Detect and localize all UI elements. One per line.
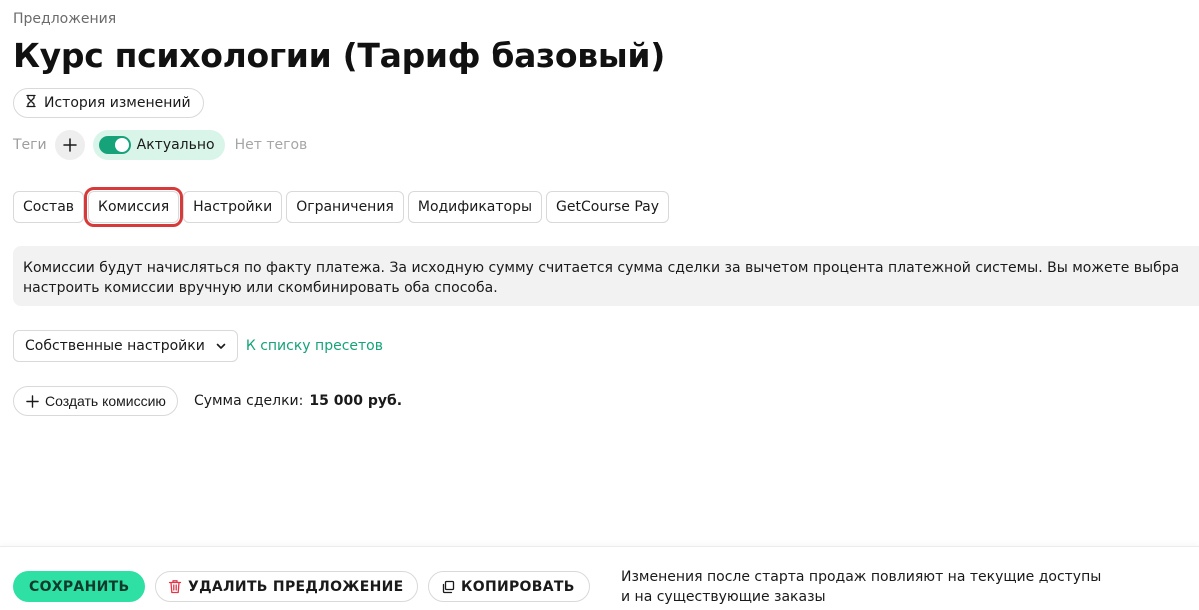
hourglass-icon [24,94,38,112]
preset-select-value: Собственные настройки [25,338,205,354]
delete-offer-label: УДАЛИТЬ ПРЕДЛОЖЕНИЕ [188,578,404,595]
history-button[interactable]: История изменений [13,88,204,118]
tags-label: Теги [13,137,47,153]
tab-commission[interactable]: Комиссия [84,187,184,227]
deal-sum-value: 15 000 руб. [309,393,403,409]
no-tags-text: Нет тегов [234,137,308,153]
plus-icon [26,394,39,408]
save-button[interactable]: СОХРАНИТЬ [13,571,146,602]
footer-bar: СОХРАНИТЬ УДАЛИТЬ ПРЕДЛОЖЕНИЕ КОПИРОВАТЬ… [0,546,1199,610]
copy-icon [442,580,455,593]
tab-restrictions[interactable]: Ограничения [286,191,404,223]
tabs: Состав Комиссия Настройки Ограничения Мо… [13,187,670,227]
commission-row: Создать комиссию Сумма сделки: 15 000 руб… [13,386,402,416]
add-tag-button[interactable] [54,130,85,160]
page-title: Курс психологии (Тариф базовый) [13,36,666,75]
info-line-1: Комиссии будут начисляться по факту плат… [23,260,1180,276]
history-button-label: История изменений [44,95,191,111]
breadcrumb[interactable]: Предложения [13,11,116,27]
deal-sum: Сумма сделки: 15 000 руб. [194,393,402,409]
trash-icon [168,580,182,594]
footer-note-line-1: Изменения после старта продаж повлияют н… [621,569,1102,585]
copy-label: КОПИРОВАТЬ [461,578,575,595]
status-toggle[interactable]: Актуально [92,130,225,160]
deal-sum-label: Сумма сделки: [193,393,304,409]
plus-icon [62,138,77,152]
status-label: Актуально [136,137,215,153]
footer-note: Изменения после старта продаж повлияют н… [621,567,1101,607]
info-box: Комиссии будут начисляться по факту плат… [13,246,1199,306]
tags-row: Теги Актуально Нет тегов [13,130,307,160]
tab-modifiers[interactable]: Модификаторы [407,191,543,223]
info-line-2: настроить комиссии вручную или скомбинир… [23,280,498,296]
toggle-switch[interactable] [98,136,131,154]
chevron-down-icon [216,343,226,349]
preset-select[interactable]: Собственные настройки [13,330,238,362]
delete-offer-button[interactable]: УДАЛИТЬ ПРЕДЛОЖЕНИЕ [155,571,419,602]
create-commission-label: Создать комиссию [45,393,166,409]
create-commission-button[interactable]: Создать комиссию [13,386,178,416]
footer-note-line-2: и на существующие заказы [621,589,826,605]
tab-composition[interactable]: Состав [13,191,85,223]
copy-button[interactable]: КОПИРОВАТЬ [428,571,590,602]
preset-row: Собственные настройки К списку пресетов [13,330,383,362]
tab-getcourse-pay[interactable]: GetCourse Pay [546,191,670,223]
preset-list-link[interactable]: К списку пресетов [246,338,383,354]
tab-settings[interactable]: Настройки [183,191,283,223]
